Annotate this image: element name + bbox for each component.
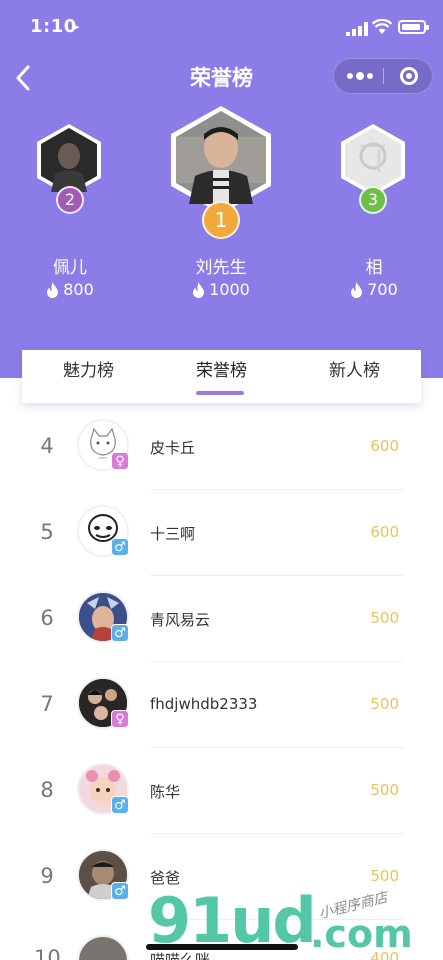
rank-badge-2: 2 — [56, 186, 84, 214]
list-item-name: fhdjwhdb2333 — [150, 695, 258, 713]
list-item-name: 皮卡丘 — [150, 439, 196, 457]
battery-icon — [398, 20, 429, 34]
signal-icon — [346, 22, 368, 36]
list-item-score: 500 — [370, 781, 399, 799]
list-item-rank: 10 — [34, 946, 61, 960]
list-item-rank: 9 — [40, 864, 54, 888]
list-item-rank: 7 — [40, 692, 54, 716]
back-button[interactable] — [8, 60, 38, 96]
list-item-name: 陈华 — [150, 783, 181, 801]
list-item-rank: 6 — [40, 606, 54, 630]
list-item-score: 500 — [370, 695, 399, 713]
list-item-score: 500 — [370, 867, 399, 885]
list-item[interactable]: 5 ♂ 十三啊 600 — [0, 490, 443, 576]
list-item[interactable]: 7 ♀ fhdjwhdb2333 500 — [0, 662, 443, 748]
podium-name-1: 刘先生 — [195, 258, 247, 278]
wifi-icon — [372, 19, 392, 34]
list-item-score: 600 — [370, 523, 399, 541]
podium-avatar-1[interactable] — [165, 104, 277, 216]
active-tab-indicator — [196, 391, 244, 395]
podium-name-3: 相 — [365, 258, 383, 278]
male-gender-icon: ♂ — [111, 882, 129, 900]
male-gender-icon: ♂ — [111, 796, 129, 814]
mini-program-capsule — [333, 58, 433, 94]
list-item-rank: 5 — [40, 520, 54, 544]
rank-badge-1: 1 — [202, 201, 240, 239]
tab-honor[interactable]: 荣誉榜 — [155, 350, 288, 403]
chevron-left-icon — [16, 65, 30, 91]
male-gender-icon: ♂ — [111, 538, 129, 556]
podium-score-value-2: 800 — [63, 280, 94, 299]
list-item[interactable]: 8 ♂ 陈华 500 — [0, 748, 443, 834]
more-dots-icon — [347, 73, 353, 79]
flame-icon — [351, 282, 363, 298]
podium-score-3: 700 — [324, 280, 424, 299]
avatar — [77, 935, 129, 960]
podium-score-value-3: 700 — [367, 280, 398, 299]
status-bar: 1:10 ➤ — [0, 0, 443, 54]
flame-icon — [47, 282, 59, 298]
podium-score-2: 800 — [20, 280, 120, 299]
female-gender-icon: ♀ — [111, 710, 129, 728]
more-button[interactable] — [334, 59, 383, 93]
flame-icon — [193, 282, 205, 298]
list-item[interactable]: 6 ♂ 青风易云 500 — [0, 576, 443, 662]
location-arrow-icon: ➤ — [70, 20, 81, 34]
list-item-name: 十三啊 — [150, 525, 196, 543]
list-item-name: 青风易云 — [150, 611, 211, 629]
podium-name-2: 佩儿 — [53, 258, 87, 278]
list-item-score: 500 — [370, 609, 399, 627]
list-item-score: 600 — [370, 437, 399, 455]
close-button[interactable] — [385, 59, 433, 93]
ranking-tabs: 魅力榜 荣誉榜 新人榜 — [22, 350, 421, 403]
tab-newcomer[interactable]: 新人榜 — [288, 350, 421, 403]
capsule-divider — [383, 68, 384, 84]
list-item-rank: 8 — [40, 778, 54, 802]
podium-score-value-1: 1000 — [209, 280, 250, 299]
rank-badge-3: 3 — [359, 186, 387, 214]
male-gender-icon: ♂ — [111, 624, 129, 642]
home-indicator — [146, 944, 298, 950]
tab-charm[interactable]: 魅力榜 — [22, 350, 155, 403]
female-gender-icon: ♀ — [111, 452, 129, 470]
list-item-rank: 4 — [40, 434, 54, 458]
list-item[interactable]: 4 ♀ 皮卡丘 600 — [0, 404, 443, 490]
podium-score-1: 1000 — [160, 280, 282, 299]
